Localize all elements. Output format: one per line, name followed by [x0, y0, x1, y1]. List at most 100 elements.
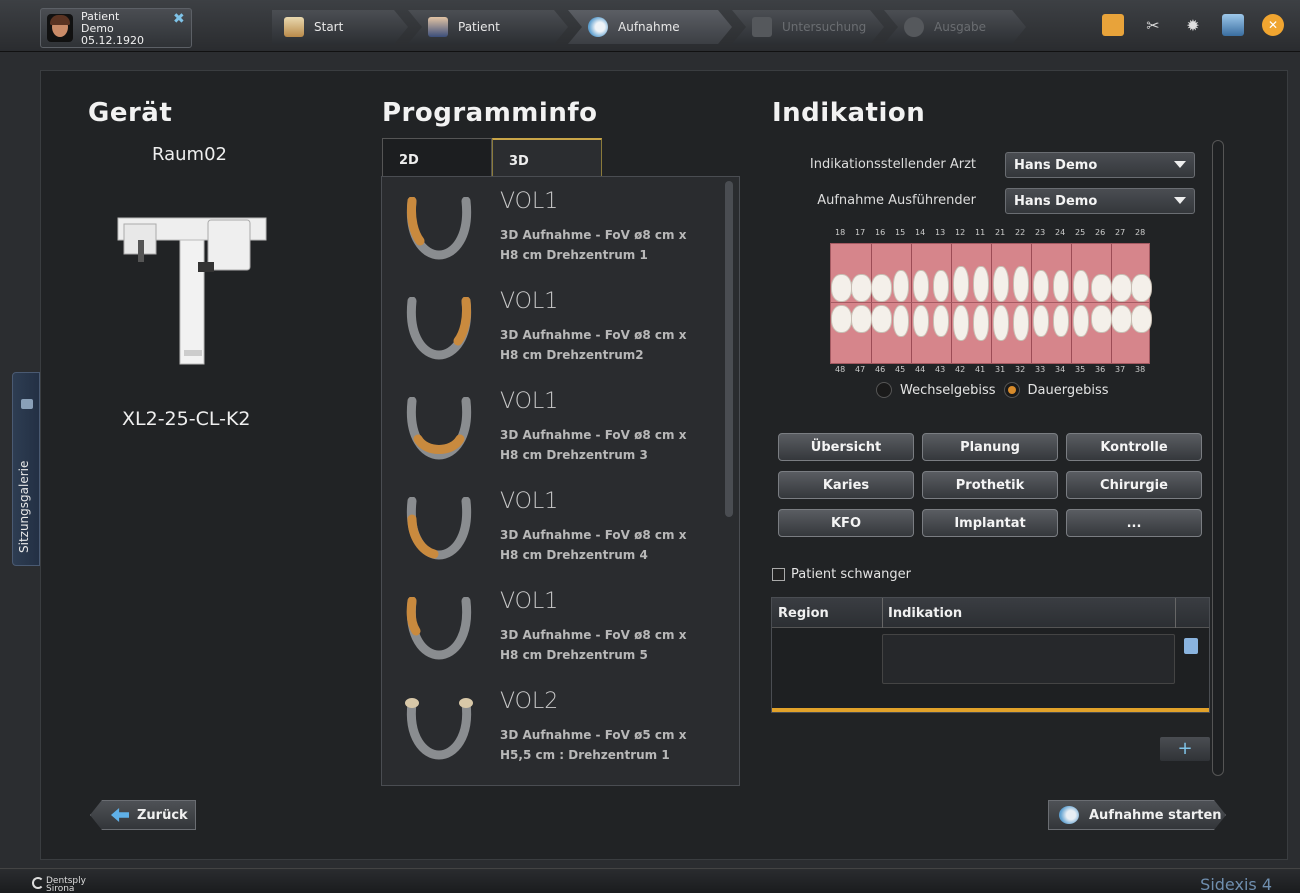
radio-wechselgebiss-label: Wechselgebiss	[900, 382, 996, 398]
tooth-23[interactable]	[1033, 270, 1049, 302]
tooth-26[interactable]	[1090, 274, 1112, 302]
indication-button-kontrolle[interactable]: Kontrolle	[1066, 433, 1202, 461]
indication-scrollbar[interactable]	[1212, 140, 1224, 776]
indication-button-chirurgie[interactable]: Chirurgie	[1066, 471, 1202, 499]
back-button[interactable]: Zurück	[90, 800, 196, 830]
tooth-28[interactable]	[1130, 274, 1152, 302]
tooth-36[interactable]	[1090, 305, 1112, 333]
tooth-18[interactable]	[830, 274, 852, 302]
tooth-44[interactable]	[913, 305, 929, 337]
settings-icon[interactable]: ✹	[1182, 14, 1204, 36]
step-patient[interactable]: Patient	[408, 10, 568, 44]
tooth-25[interactable]	[1073, 270, 1089, 302]
indication-button-prothetik[interactable]: Prothetik	[922, 471, 1058, 499]
indication-button-implantat[interactable]: Implantat	[922, 509, 1058, 537]
patient-card[interactable]: Patient Demo 05.12.1920 ✖	[40, 8, 192, 48]
start-acquisition-button[interactable]: Aufnahme starten	[1048, 800, 1226, 830]
tooth-42[interactable]	[953, 305, 969, 341]
tooth-number-37: 37	[1115, 365, 1126, 374]
step-start[interactable]: Start	[272, 10, 408, 44]
tooth-34[interactable]	[1053, 305, 1069, 337]
program-item[interactable]: VOL1 3D Aufnahme - FoV ø8 cm x H8 cm Dre…	[382, 481, 722, 579]
tooth-45[interactable]	[893, 305, 909, 337]
jaw-divider	[911, 244, 912, 304]
lower-jaw[interactable]	[830, 302, 1152, 364]
tooth-12[interactable]	[953, 266, 969, 302]
indication-button-more[interactable]: ...	[1066, 509, 1202, 537]
indication-button-kfo[interactable]: KFO	[778, 509, 914, 537]
operator-select[interactable]: Hans Demo	[1005, 188, 1195, 214]
radio-dauergebiss[interactable]	[1003, 382, 1020, 398]
program-description-line1: 3D Aufnahme - FoV ø5 cm x	[500, 728, 687, 742]
tooth-24[interactable]	[1053, 270, 1069, 302]
doctor-select[interactable]: Hans Demo	[1005, 152, 1195, 178]
tools-icon[interactable]: ✂	[1142, 14, 1164, 36]
tooth-27[interactable]	[1110, 274, 1132, 302]
close-icon[interactable]: ✕	[1262, 14, 1284, 36]
program-list: VOL1 3D Aufnahme - FoV ø8 cm x H8 cm Dre…	[381, 176, 740, 786]
tooth-32[interactable]	[1013, 305, 1029, 341]
tooth-35[interactable]	[1073, 305, 1089, 337]
pregnant-checkbox-row[interactable]: Patient schwanger	[772, 567, 911, 582]
operator-label: Aufnahme Ausführender	[817, 193, 976, 208]
add-indication-button[interactable]: +	[1160, 737, 1210, 761]
tooth-number-18: 18	[835, 228, 846, 237]
radio-wechselgebiss[interactable]	[876, 382, 892, 398]
step-aufnahme[interactable]: Aufnahme	[568, 10, 732, 44]
tooth-13[interactable]	[933, 270, 949, 302]
window-icon[interactable]	[1222, 14, 1244, 36]
trash-icon[interactable]	[1184, 638, 1198, 654]
radio-dauergebiss-label: Dauergebiss	[1027, 382, 1109, 398]
indication-text-field[interactable]	[882, 634, 1175, 684]
close-patient-icon[interactable]: ✖	[173, 11, 185, 27]
tooth-17[interactable]	[850, 274, 872, 302]
dental-chart[interactable]: 18 17 16 15 14 13 12 11 21 22 23 24 25 26 27 28 48 47 46 4…	[830, 228, 1152, 376]
tab-2d[interactable]: 2D	[382, 138, 492, 176]
tooth-22[interactable]	[1013, 266, 1029, 302]
notes-icon[interactable]	[1102, 14, 1124, 36]
table-accent-bar	[772, 708, 1209, 712]
tooth-15[interactable]	[893, 270, 909, 302]
tooth-37[interactable]	[1110, 305, 1132, 333]
program-item[interactable]: VOL1 3D Aufnahme - FoV ø8 cm x H8 cm Dre…	[382, 181, 722, 279]
tooth-14[interactable]	[913, 270, 929, 302]
tooth-33[interactable]	[1033, 305, 1049, 337]
indication-button-karies[interactable]: Karies	[778, 471, 914, 499]
program-description-line2: H5,5 cm : Drehzentrum 1	[500, 748, 670, 762]
tooth-47[interactable]	[850, 305, 872, 333]
program-list-scrollbar[interactable]	[725, 181, 733, 517]
tooth-number-22: 22	[1015, 228, 1026, 237]
chevron-down-icon	[1174, 161, 1186, 168]
column-indication[interactable]: Indikation	[888, 606, 962, 621]
step-aufnahme-label: Aufnahme	[618, 20, 680, 34]
tooth-48[interactable]	[830, 305, 852, 333]
pregnant-checkbox[interactable]	[772, 568, 785, 581]
camera-icon	[1059, 806, 1079, 824]
tooth-number-28: 28	[1135, 228, 1146, 237]
program-item[interactable]: VOL1 3D Aufnahme - FoV ø8 cm x H8 cm Dre…	[382, 281, 722, 379]
tooth-43[interactable]	[933, 305, 949, 337]
program-description: 3D Aufnahme - FoV ø8 cm x H8 cm Drehzent…	[500, 425, 715, 465]
session-gallery-tab[interactable]: Sitzungsgalerie	[12, 372, 40, 566]
tooth-46[interactable]	[870, 305, 892, 333]
indication-button-uebersicht[interactable]: Übersicht	[778, 433, 914, 461]
tab-3d[interactable]: 3D	[492, 138, 602, 176]
program-description-line2: H8 cm Drehzentrum2	[500, 348, 644, 362]
upper-jaw[interactable]	[830, 243, 1152, 305]
jaw-divider	[1071, 303, 1072, 363]
tooth-11[interactable]	[973, 266, 989, 302]
tooth-16[interactable]	[870, 274, 892, 302]
tooth-31[interactable]	[993, 305, 1009, 341]
plus-icon: +	[1177, 738, 1193, 759]
tooth-number-13: 13	[935, 228, 946, 237]
program-item[interactable]: VOL1 3D Aufnahme - FoV ø8 cm x H8 cm Dre…	[382, 381, 722, 479]
column-region[interactable]: Region	[778, 606, 829, 621]
tooth-21[interactable]	[993, 266, 1009, 302]
program-item[interactable]: VOL2 3D Aufnahme - FoV ø5 cm x H5,5 cm :…	[382, 681, 722, 779]
tooth-38[interactable]	[1130, 305, 1152, 333]
brand-logo: Dentsply Sirona	[46, 877, 86, 893]
indication-button-planung[interactable]: Planung	[922, 433, 1058, 461]
tooth-41[interactable]	[973, 305, 989, 341]
start-acquisition-label: Aufnahme starten	[1089, 807, 1222, 823]
program-item[interactable]: VOL1 3D Aufnahme - FoV ø8 cm x H8 cm Dre…	[382, 581, 722, 679]
